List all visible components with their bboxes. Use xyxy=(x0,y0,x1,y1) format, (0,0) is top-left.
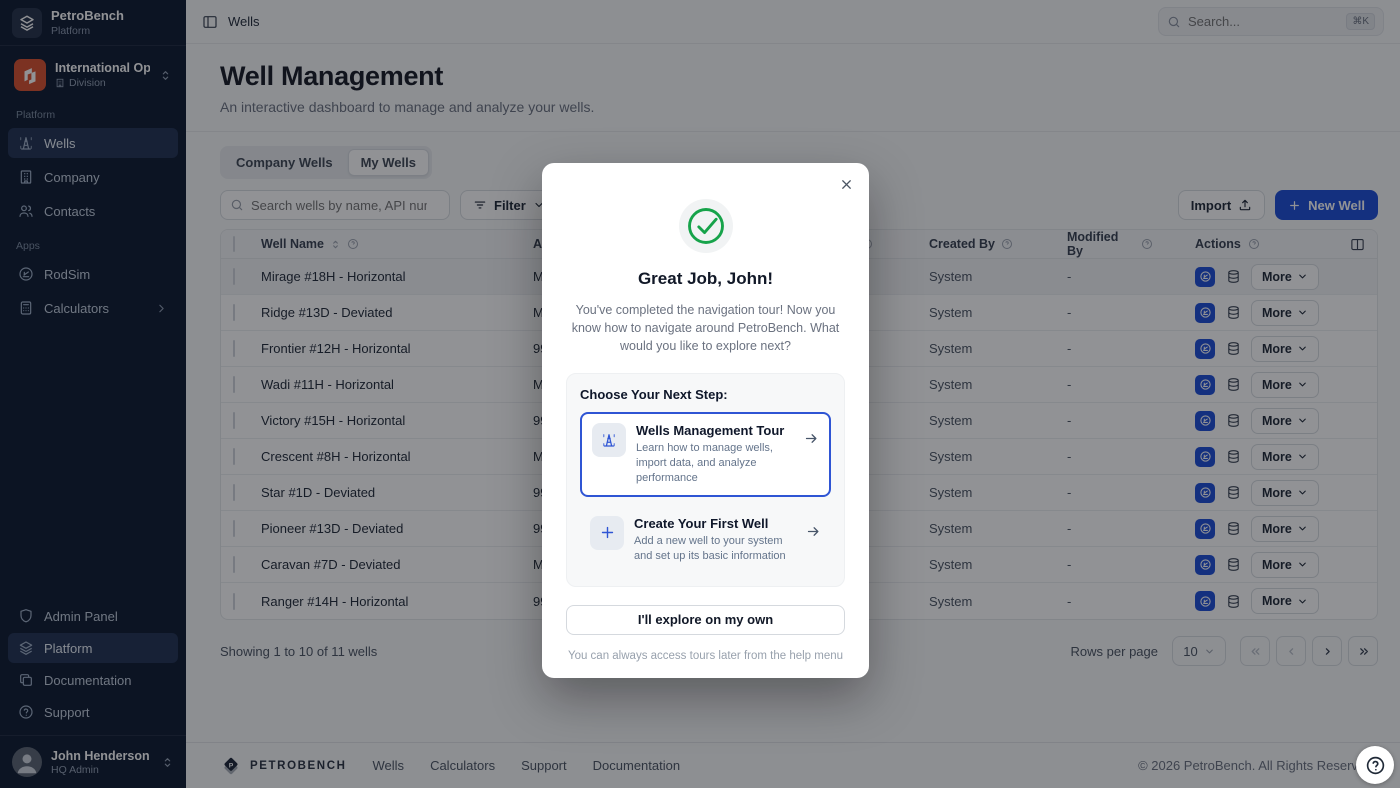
explore-on-my-own-button[interactable]: I'll explore on my own xyxy=(566,605,845,635)
success-check-icon xyxy=(679,199,733,253)
derrick-icon xyxy=(592,423,626,457)
option-create-first-well[interactable]: Create Your First Well Add a new well to… xyxy=(580,507,831,573)
option-description: Add a new well to your system and set up… xyxy=(634,534,796,564)
modal-title: Great Job, John! xyxy=(566,269,845,289)
arrow-right-icon xyxy=(806,524,821,539)
plus-icon xyxy=(590,516,624,550)
modal-body-text: You've completed the navigation tour! No… xyxy=(566,301,845,355)
tour-complete-modal: Great Job, John! You've completed the na… xyxy=(542,163,869,678)
modal-footnote: You can always access tours later from t… xyxy=(566,650,845,662)
option-description: Learn how to manage wells, import data, … xyxy=(636,441,794,486)
help-fab-button[interactable] xyxy=(1356,746,1394,784)
next-steps-card: Choose Your Next Step: Wells Management … xyxy=(566,373,845,586)
option-wells-management-tour[interactable]: Wells Management Tour Learn how to manag… xyxy=(580,412,831,497)
arrow-right-icon xyxy=(804,431,819,446)
option-title: Create Your First Well xyxy=(634,516,796,531)
close-icon[interactable] xyxy=(837,175,856,194)
option-title: Wells Management Tour xyxy=(636,423,794,438)
next-steps-label: Choose Your Next Step: xyxy=(580,387,831,402)
